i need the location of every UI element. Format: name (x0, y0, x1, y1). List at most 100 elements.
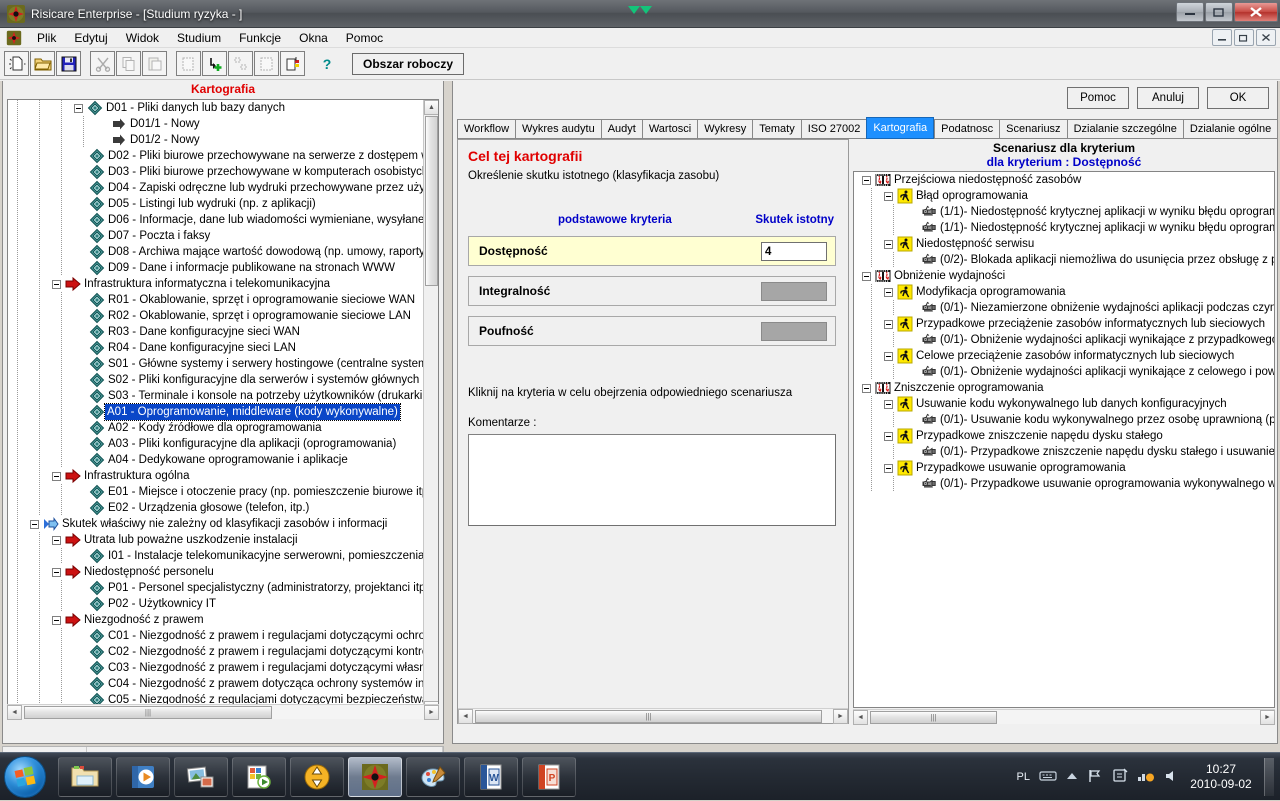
tree-item[interactable]: A02 - Kody źródłowe dla oprogramowania (8, 420, 438, 436)
tree-collapse-toggle[interactable] (862, 383, 871, 393)
scenario-hthumb[interactable]: ||| (870, 711, 997, 724)
tree-collapse-toggle[interactable] (884, 431, 893, 441)
tree-item[interactable]: Usuwanie kodu wykonywalnego lub danych k… (854, 396, 1274, 412)
tree-item[interactable]: P01 - Personel specjalistyczny (administ… (8, 580, 438, 596)
tree-item[interactable]: Przypadkowe usuwanie oprogramowania (854, 460, 1274, 476)
scroll-up-button[interactable]: ▲ (424, 100, 438, 115)
tab-wartosci[interactable]: Wartosci (641, 119, 698, 139)
word-icon[interactable]: W (464, 757, 518, 797)
open-folder-icon[interactable] (30, 51, 55, 76)
window-controls[interactable] (1176, 2, 1278, 22)
minimize-button[interactable] (1176, 2, 1204, 22)
tree-item[interactable]: (0/1)- Usuwanie kodu wykonywalnego przez… (854, 412, 1274, 428)
network-flag-icon[interactable] (1087, 769, 1103, 786)
asset-tree-hthumb[interactable]: ||| (24, 706, 272, 719)
tree-item[interactable]: (0/1)- Przypadkowe usuwanie oprogramowan… (854, 476, 1274, 492)
save-disk-icon[interactable] (56, 51, 81, 76)
tree-collapse-toggle[interactable] (884, 239, 893, 249)
scenario-hscrollbar[interactable]: ◄ ||| ► (853, 709, 1275, 725)
risicare-app-icon[interactable] (348, 757, 402, 797)
tree-collapse-toggle[interactable] (52, 471, 61, 481)
tree-item[interactable]: Zniszczenie oprogramowania (854, 380, 1274, 396)
scroll-left-button[interactable]: ◄ (7, 705, 22, 720)
tree-item[interactable]: R04 - Dane konfiguracyjne sieci LAN (8, 340, 438, 356)
tree-item[interactable]: Niedostępność serwisu (854, 236, 1274, 252)
show-desktop-button[interactable] (1264, 758, 1274, 796)
photo-gallery-icon[interactable] (174, 757, 228, 797)
tree-item[interactable]: Przejściowa niedostępność zasobów (854, 172, 1274, 188)
tree-item[interactable]: Infrastruktura informatyczna i telekomun… (8, 276, 438, 292)
cartography-hthumb[interactable]: ||| (475, 710, 822, 723)
menu-item-okna[interactable]: Okna (290, 29, 337, 47)
ok-button[interactable]: OK (1207, 87, 1269, 109)
media-player-icon[interactable] (116, 757, 170, 797)
cancel-button[interactable]: Anuluj (1137, 87, 1199, 109)
tree-item[interactable]: D09 - Dane i informacje publikowane na s… (8, 260, 438, 276)
tree-item[interactable]: Celowe przeciążenie zasobów informatyczn… (854, 348, 1274, 364)
asset-tree-vthumb[interactable] (425, 116, 438, 286)
tree-item[interactable]: D02 - Pliki biurowe przechowywane na ser… (8, 148, 438, 164)
tree-item[interactable]: R03 - Dane konfiguracyjne sieci WAN (8, 324, 438, 340)
tree-item[interactable]: P02 - Użytkownicy IT (8, 596, 438, 612)
workspace-button[interactable]: Obszar roboczy (352, 52, 465, 75)
tree-item[interactable]: D03 - Pliki biurowe przechowywane w komp… (8, 164, 438, 180)
tree-collapse-toggle[interactable] (74, 103, 83, 113)
tree-item[interactable]: Utrata lub poważne uszkodzenie instalacj… (8, 532, 438, 548)
tree-item[interactable]: (1/1)- Niedostępność krytycznej aplikacj… (854, 220, 1274, 236)
close-button[interactable] (1234, 2, 1278, 22)
tab-scenariusz[interactable]: Scenariusz (999, 119, 1067, 139)
tree-item[interactable]: (1/1)- Niedostępność krytycznej aplikacj… (854, 204, 1274, 220)
tree-item[interactable]: Przypadkowe zniszczenie napędu dysku sta… (854, 428, 1274, 444)
tab-iso-27002[interactable]: ISO 27002 (800, 119, 867, 139)
classify-icon[interactable] (280, 51, 305, 76)
tree-item[interactable]: D05 - Listingi lub wydruki (np. z aplika… (8, 196, 438, 212)
volume-icon[interactable] (1164, 769, 1178, 786)
tree-item[interactable]: Modyfikacja oprogramowania (854, 284, 1274, 300)
tree-item[interactable]: C03 - Niezgodność z prawem i regulacjami… (8, 660, 438, 676)
tab-workflow[interactable]: Workflow (457, 119, 516, 139)
menu-item-studium[interactable]: Studium (168, 29, 230, 47)
tree-item[interactable]: Obniżenie wydajności (854, 268, 1274, 284)
start-orb-icon[interactable] (4, 756, 46, 798)
cartography-hscrollbar[interactable]: ◄ ||| ► (458, 708, 848, 724)
keyboard-icon[interactable] (1039, 770, 1057, 785)
scroll-right-button[interactable]: ► (833, 709, 848, 724)
tree-item[interactable]: C01 - Niezgodność z prawem i regulacjami… (8, 628, 438, 644)
scroll-right-button[interactable]: ► (1260, 710, 1275, 725)
tree-item[interactable]: I01 - Instalacje telekomunikacyjne serwe… (8, 548, 438, 564)
tree-collapse-toggle[interactable] (52, 615, 61, 625)
help-button[interactable]: Pomoc (1067, 87, 1129, 109)
language-indicator[interactable]: PL (1017, 771, 1030, 783)
tree-collapse-toggle[interactable] (52, 279, 61, 289)
tree-item[interactable]: C04 - Niezgodność z prawem dotycząca och… (8, 676, 438, 692)
action-center-icon[interactable] (1112, 768, 1128, 786)
tab-dzialanie-og-lne[interactable]: Dzialanie ogólne (1182, 119, 1278, 139)
presentation-icon[interactable] (232, 757, 286, 797)
tree-collapse-toggle[interactable] (52, 567, 61, 577)
criterion-row-dostepnosc[interactable]: Dostępność 4 (468, 236, 836, 266)
tree-collapse-toggle[interactable] (884, 351, 893, 361)
mdi-child-controls[interactable] (1212, 29, 1276, 46)
tree-item[interactable]: (0/1)- Niezamierzone obniżenie wydajnośc… (854, 300, 1274, 316)
tab-wykres-audytu[interactable]: Wykres audytu (515, 119, 601, 139)
tree-collapse-toggle[interactable] (884, 191, 893, 201)
tree-item[interactable]: R01 - Okablowanie, sprzęt i oprogramowan… (8, 292, 438, 308)
add-node-icon[interactable] (202, 51, 227, 76)
tree-collapse-toggle[interactable] (884, 319, 893, 329)
tree-item[interactable]: Skutek właściwy nie zależny od klasyfika… (8, 516, 438, 532)
tree-item[interactable]: D08 - Archiwa mające wartość dowodową (n… (8, 244, 438, 260)
mdi-restore-button[interactable] (1234, 29, 1254, 46)
tree-item-selected[interactable]: A01 - Oprogramowanie, middleware (kody w… (8, 403, 438, 421)
menu-item-pomoc[interactable]: Pomoc (337, 29, 392, 47)
tree-collapse-toggle[interactable] (30, 519, 39, 529)
tree-item[interactable]: Przypadkowe przeciążenie zasobów informa… (854, 316, 1274, 332)
tree-item[interactable]: D01/2 - Nowy (8, 132, 438, 148)
clock[interactable]: 10:27 2010-09-02 (1187, 762, 1255, 792)
tree-item[interactable]: Niezgodność z prawem (8, 612, 438, 628)
tree-item[interactable]: E02 - Urządzenia głosowe (telefon, itp.) (8, 500, 438, 516)
tree-collapse-toggle[interactable] (884, 287, 893, 297)
restore-button[interactable] (1205, 2, 1233, 22)
orange-updown-arrows-icon[interactable] (290, 757, 344, 797)
asset-tree[interactable]: D01 - Pliki danych lub bazy danych D01/1 … (7, 99, 439, 717)
tab-kartografia[interactable]: Kartografia (866, 117, 935, 139)
